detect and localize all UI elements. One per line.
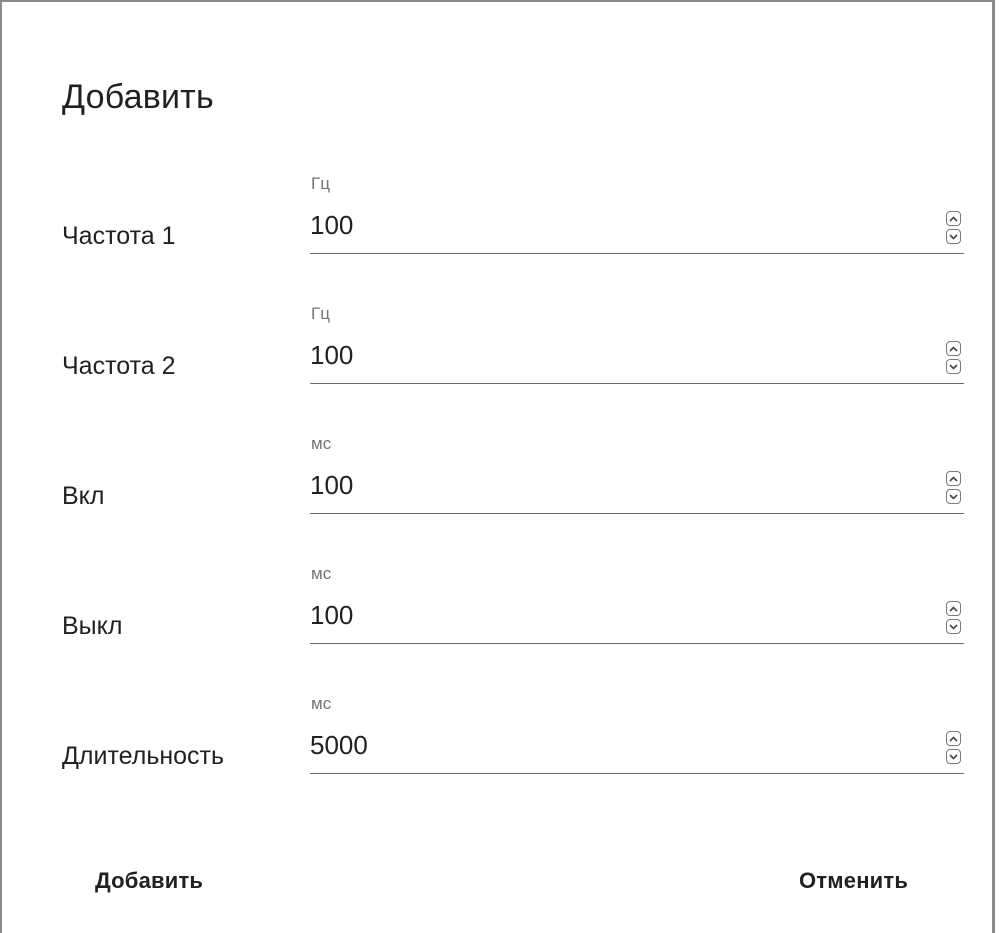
chevron-down-icon[interactable] [946, 229, 961, 244]
field-on-time: Вкл мс 100 [2, 430, 997, 530]
chevron-up-icon[interactable] [946, 341, 961, 356]
field-duration: Длительность мс 5000 [2, 690, 997, 790]
field-unit: Гц [311, 174, 330, 193]
field-value[interactable]: 100 [310, 600, 353, 631]
field-unit: мс [311, 694, 332, 713]
field-unit: Гц [311, 304, 330, 323]
field-off-time: Выкл мс 100 [2, 560, 997, 660]
field-label: Длительность [62, 742, 225, 770]
chevron-up-icon[interactable] [946, 211, 961, 226]
on-time-input[interactable]: 100 [310, 468, 964, 514]
chevron-down-icon[interactable] [946, 359, 961, 374]
add-dialog: Добавить Частота 1 Гц 100 Частота 2 Гц 1… [0, 0, 995, 933]
number-spinner [944, 338, 964, 378]
chevron-up-icon[interactable] [946, 601, 961, 616]
chevron-up-icon[interactable] [946, 731, 961, 746]
field-frequency-1: Частота 1 Гц 100 [2, 170, 997, 270]
cancel-button[interactable]: Отменить [799, 868, 908, 894]
field-label: Вкл [62, 482, 105, 510]
field-value[interactable]: 5000 [310, 730, 368, 761]
dialog-title: Добавить [62, 78, 214, 116]
add-button[interactable]: Добавить [95, 868, 203, 894]
duration-input[interactable]: 5000 [310, 728, 964, 774]
field-value[interactable]: 100 [310, 210, 353, 241]
field-label: Выкл [62, 612, 123, 640]
number-spinner [944, 208, 964, 248]
chevron-down-icon[interactable] [946, 749, 961, 764]
chevron-up-icon[interactable] [946, 471, 961, 486]
field-value[interactable]: 100 [310, 340, 353, 371]
number-spinner [944, 598, 964, 638]
field-label: Частота 1 [62, 222, 176, 250]
frequency-2-input[interactable]: 100 [310, 338, 964, 384]
chevron-down-icon[interactable] [946, 619, 961, 634]
field-unit: мс [311, 564, 332, 583]
field-label: Частота 2 [62, 352, 176, 380]
number-spinner [944, 468, 964, 508]
frequency-1-input[interactable]: 100 [310, 208, 964, 254]
chevron-down-icon[interactable] [946, 489, 961, 504]
field-unit: мс [311, 434, 332, 453]
number-spinner [944, 728, 964, 768]
off-time-input[interactable]: 100 [310, 598, 964, 644]
field-value[interactable]: 100 [310, 470, 353, 501]
field-frequency-2: Частота 2 Гц 100 [2, 300, 997, 400]
